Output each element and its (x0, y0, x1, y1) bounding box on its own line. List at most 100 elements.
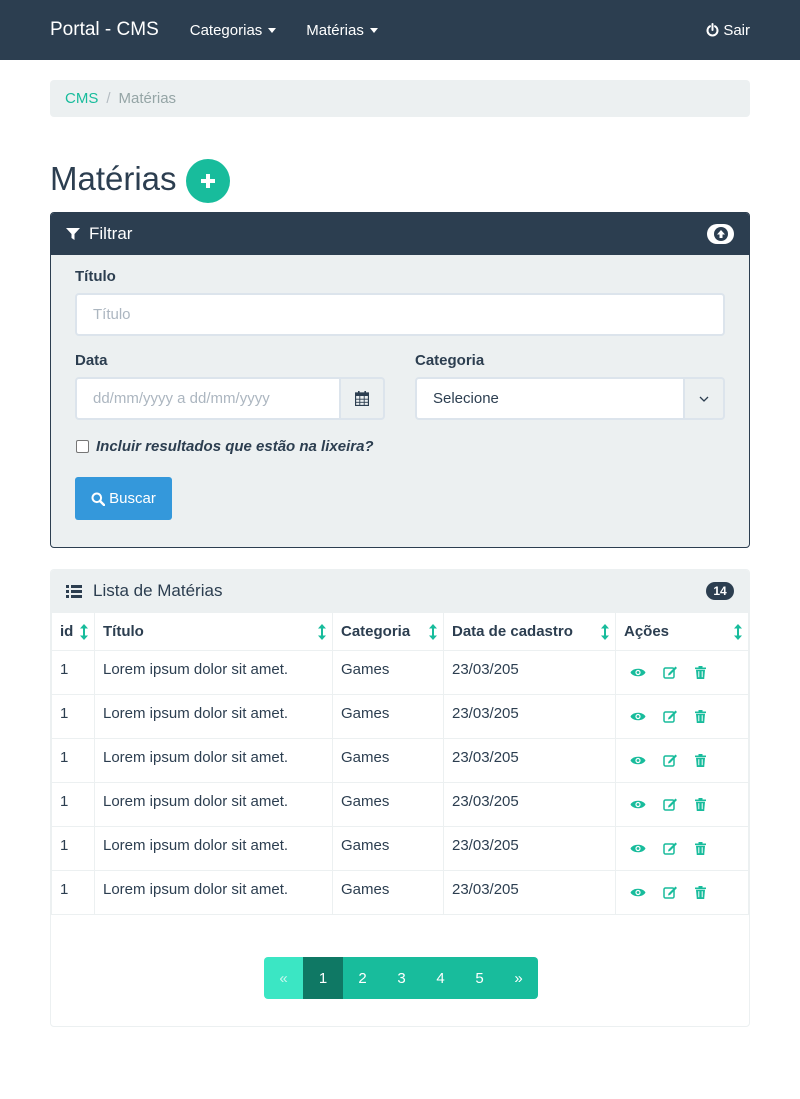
search-button[interactable]: Buscar (75, 477, 172, 520)
cell-categoria: Games (332, 870, 444, 915)
cell-data: 23/03/205 (443, 650, 616, 695)
delete-trash-icon[interactable] (695, 709, 706, 723)
cell-data: 23/03/205 (443, 782, 616, 827)
delete-trash-icon[interactable] (695, 753, 706, 767)
sort-icon[interactable] (80, 624, 88, 644)
power-icon (706, 23, 719, 37)
nav-categorias-dropdown[interactable]: Categorias (190, 22, 277, 39)
filter-panel: Filtrar Título Título Data dd/mm/yyyy a … (50, 212, 750, 548)
sort-icon[interactable] (734, 624, 742, 644)
filter-panel-header: Filtrar (51, 213, 749, 255)
categoria-label: Categoria (415, 352, 485, 369)
cell-acoes (615, 782, 749, 827)
column-header-label: Categoria (341, 623, 411, 640)
view-eye-icon[interactable] (630, 667, 646, 678)
plus-icon (200, 174, 215, 188)
edit-pencil-icon[interactable] (663, 797, 678, 811)
titulo-input[interactable]: Título (75, 293, 725, 336)
calendar-button[interactable] (339, 377, 385, 420)
breadcrumb-root-link[interactable]: CMS (65, 90, 98, 107)
delete-trash-icon[interactable] (695, 665, 706, 679)
page-title: Matérias (50, 160, 177, 197)
cell-data: 23/03/205 (443, 826, 616, 871)
column-header-acoes[interactable]: Ações (615, 612, 749, 651)
chevron-down-icon (369, 27, 378, 33)
view-eye-icon[interactable] (630, 711, 646, 722)
cell-acoes (615, 738, 749, 783)
calendar-icon (355, 391, 369, 406)
cell-categoria: Games (332, 738, 444, 783)
view-eye-icon[interactable] (630, 843, 646, 854)
breadcrumb: CMS / Matérias (50, 80, 750, 117)
top-navbar: Portal - CMS Categorias Matérias Sair (0, 0, 800, 60)
page-header: Matérias (50, 155, 230, 203)
cell-titulo: Lorem ipsum dolor sit amet. (94, 870, 333, 915)
cell-titulo: Lorem ipsum dolor sit amet. (94, 650, 333, 695)
cell-categoria: Games (332, 694, 444, 739)
edit-pencil-icon[interactable] (663, 753, 678, 767)
pagination-next[interactable]: » (499, 957, 538, 999)
table-row: 1 Lorem ipsum dolor sit amet. Games 23/03/2… (51, 694, 749, 739)
cell-titulo: Lorem ipsum dolor sit amet. (94, 738, 333, 783)
sort-icon[interactable] (601, 624, 609, 644)
column-header-label: id (60, 623, 74, 640)
column-header-categoria[interactable]: Categoria (332, 612, 444, 651)
include-trash-checkbox[interactable] (76, 440, 89, 453)
cell-acoes (615, 694, 749, 739)
arrow-up-circle-icon (713, 227, 728, 241)
sort-icon[interactable] (318, 624, 326, 644)
pagination-page-4[interactable]: 4 (421, 957, 460, 999)
chevron-down-icon (699, 396, 709, 402)
pagination-prev[interactable]: « (264, 957, 303, 999)
edit-pencil-icon[interactable] (663, 665, 678, 679)
table-row: 1 Lorem ipsum dolor sit amet. Games 23/03/2… (51, 738, 749, 783)
cell-titulo: Lorem ipsum dolor sit amet. (94, 782, 333, 827)
nav-materias-dropdown[interactable]: Matérias (306, 22, 378, 39)
column-header-id[interactable]: id (51, 612, 95, 651)
cell-categoria: Games (332, 782, 444, 827)
logout-label: Sair (723, 21, 750, 39)
pagination-page-5[interactable]: 5 (460, 957, 499, 999)
view-eye-icon[interactable] (630, 887, 646, 898)
cell-data: 23/03/205 (443, 870, 616, 915)
collapse-filter-button[interactable] (707, 224, 734, 244)
edit-pencil-icon[interactable] (663, 841, 678, 855)
view-eye-icon[interactable] (630, 799, 646, 810)
breadcrumb-separator: / (106, 90, 111, 107)
column-header-titulo[interactable]: Título (94, 612, 333, 651)
nav-categorias-label: Categorias (189, 21, 263, 39)
column-header-label: Ações (624, 623, 670, 640)
edit-pencil-icon[interactable] (663, 885, 678, 899)
cell-data: 23/03/205 (443, 738, 616, 783)
view-eye-icon[interactable] (630, 755, 646, 766)
delete-trash-icon[interactable] (695, 797, 706, 811)
pagination-page-1[interactable]: 1 (303, 957, 343, 999)
column-header-data[interactable]: Data de cadastro (443, 612, 616, 651)
delete-trash-icon[interactable] (695, 841, 706, 855)
categoria-dropdown-toggle[interactable] (683, 377, 725, 420)
date-range-input[interactable]: dd/mm/yyyy a dd/mm/yyyy (75, 377, 341, 420)
cell-id: 1 (51, 870, 95, 915)
pagination-page-2[interactable]: 2 (343, 957, 382, 999)
table-body: 1 Lorem ipsum dolor sit amet. Games 23/03/2… (51, 650, 749, 915)
nav-materias-label: Matérias (306, 21, 364, 39)
table-row: 1 Lorem ipsum dolor sit amet. Games 23/03/2… (51, 826, 749, 871)
pagination-page-3[interactable]: 3 (382, 957, 421, 999)
column-header-label: Data de cadastro (452, 623, 573, 640)
categoria-select[interactable]: Selecione (415, 377, 685, 420)
column-header-label: Título (103, 623, 144, 640)
materias-table: id Título Categoria Data de cadastro Açõ… (51, 612, 749, 915)
delete-trash-icon[interactable] (695, 885, 706, 899)
add-materia-button[interactable] (185, 159, 230, 203)
brand-title[interactable]: Portal - CMS (50, 19, 159, 41)
cell-data: 23/03/205 (443, 694, 616, 739)
logout-link[interactable]: Sair (706, 0, 750, 60)
include-trash-label[interactable]: Incluir resultados que estão na lixeira? (96, 438, 374, 455)
categoria-select-value: Selecione (433, 390, 499, 407)
sort-icon[interactable] (429, 624, 437, 644)
filter-panel-title: Filtrar (89, 224, 133, 243)
edit-pencil-icon[interactable] (663, 709, 678, 723)
titulo-label: Título (75, 268, 116, 285)
cell-id: 1 (51, 694, 95, 739)
cell-titulo: Lorem ipsum dolor sit amet. (94, 826, 333, 871)
